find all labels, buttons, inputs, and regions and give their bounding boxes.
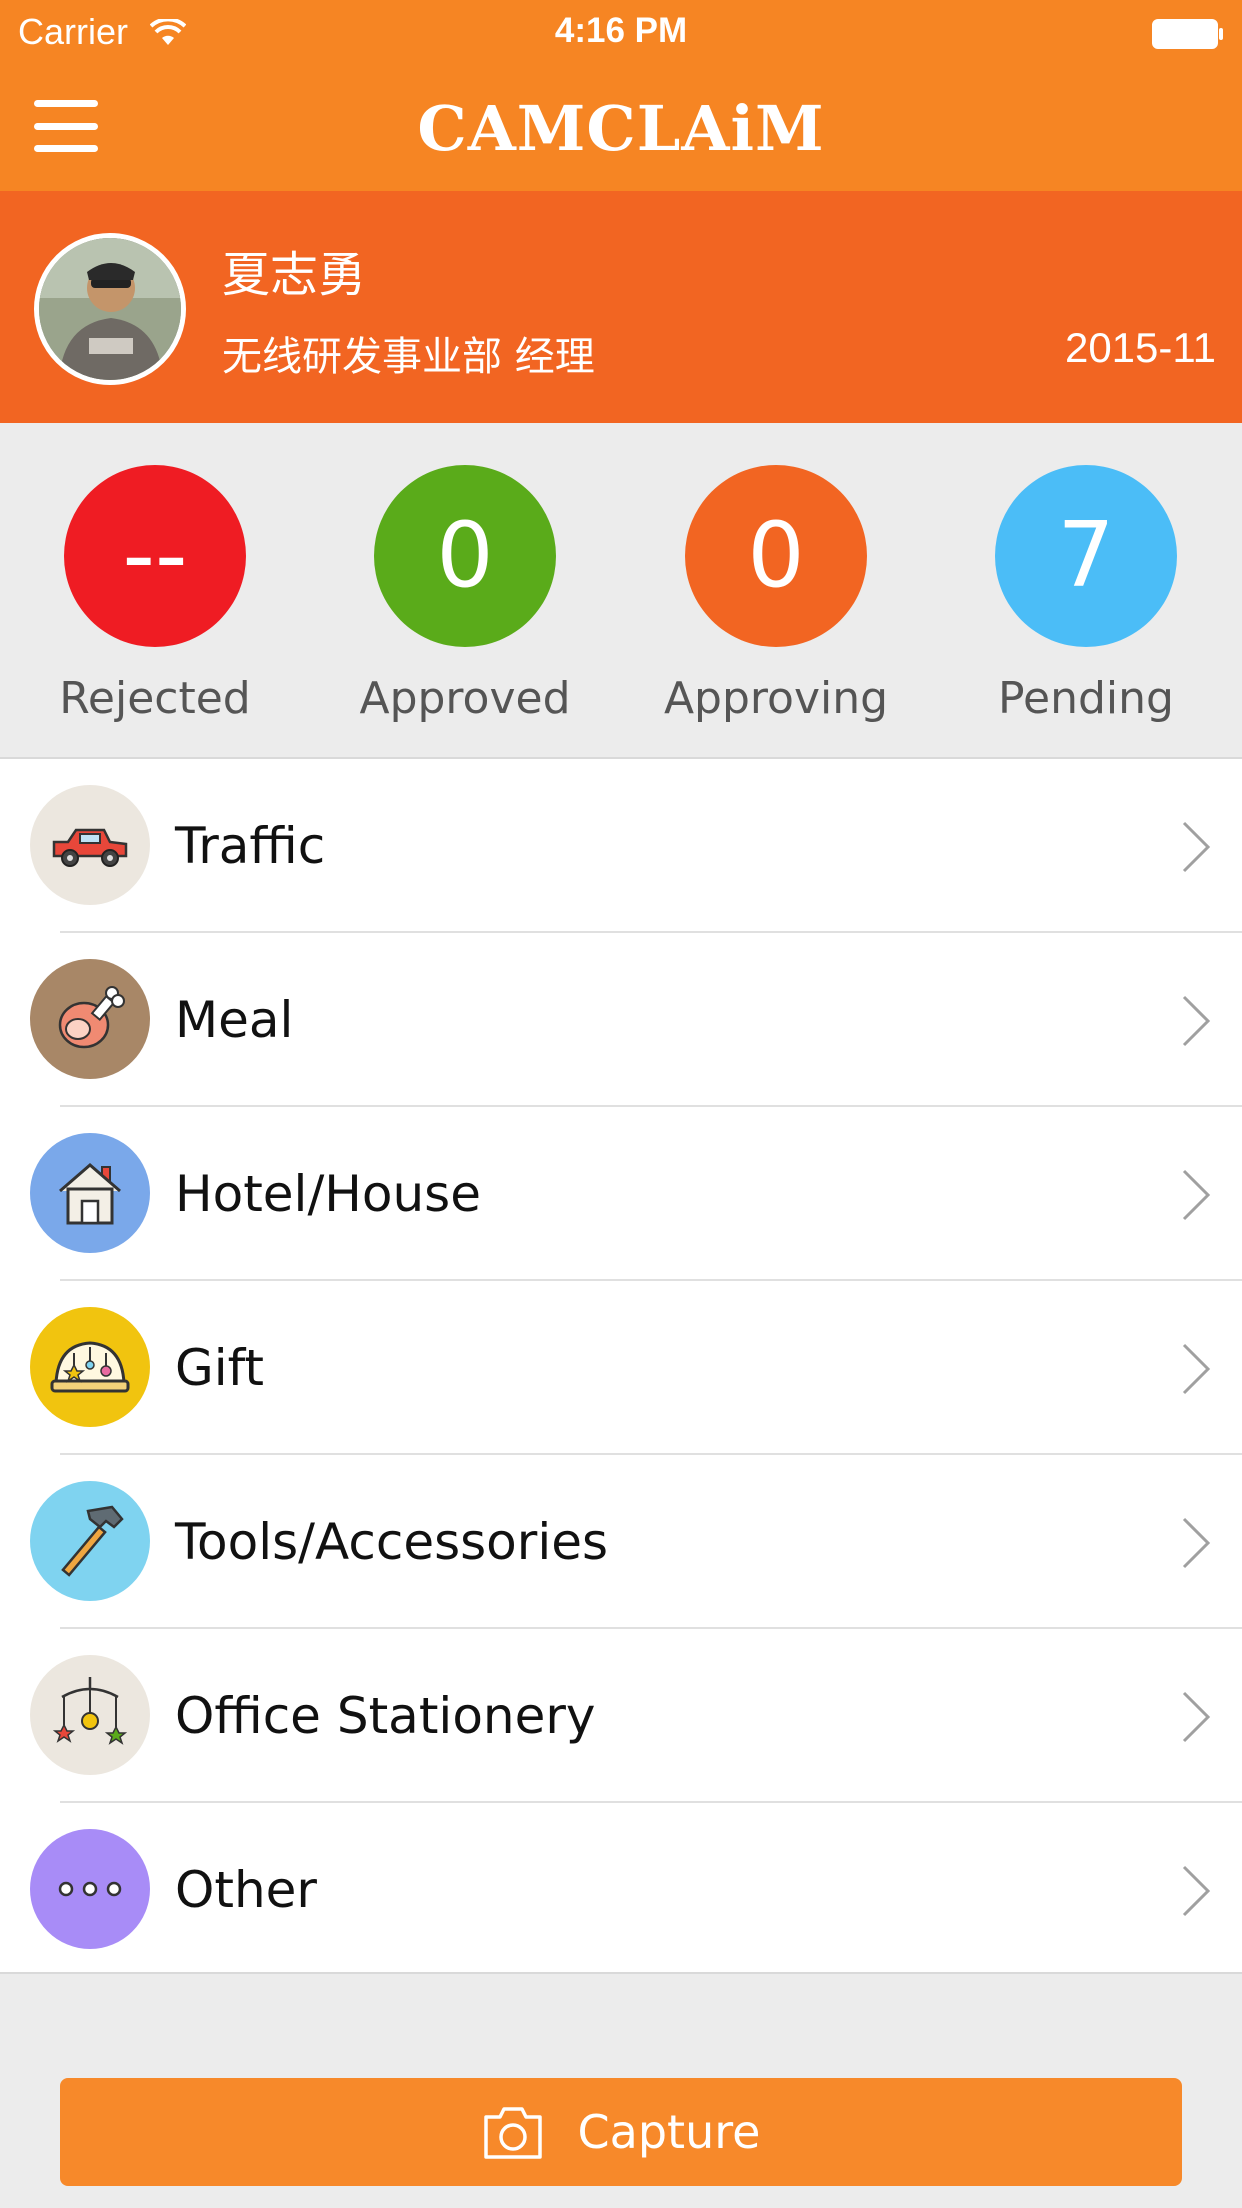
- stat-approved[interactable]: 0 Approved: [350, 465, 580, 724]
- profile-header[interactable]: 夏志勇 无线研发事业部 经理 2015-11: [0, 191, 1242, 423]
- hammer-icon: [30, 1481, 150, 1601]
- app-logo: CAMCLAiM: [417, 92, 825, 165]
- approved-count: 0: [374, 465, 556, 647]
- capture-label: Capture: [577, 2105, 761, 2159]
- chevron-right-icon: [1176, 991, 1216, 1051]
- claim-period[interactable]: 2015-11: [1065, 324, 1216, 372]
- category-row-office-stationery[interactable]: Office Stationery: [0, 1629, 1242, 1803]
- car-icon: [30, 785, 150, 905]
- pending-count: 7: [995, 465, 1177, 647]
- category-row-meal[interactable]: Meal: [0, 933, 1242, 1107]
- category-list: Traffic Meal Hotel/House Gift Tools/Acce…: [0, 757, 1242, 1974]
- ham-icon: [30, 959, 150, 1079]
- status-summary: -- Rejected 0 Approved 0 Approving 7 Pen…: [0, 423, 1242, 757]
- chevron-right-icon: [1176, 1861, 1216, 1921]
- chevron-right-icon: [1176, 1339, 1216, 1399]
- category-label: Traffic: [175, 817, 326, 875]
- gift-icon: [30, 1307, 150, 1427]
- rejected-label: Rejected: [59, 673, 251, 724]
- chevron-right-icon: [1176, 1687, 1216, 1747]
- category-label: Meal: [175, 991, 294, 1049]
- category-row-gift[interactable]: Gift: [0, 1281, 1242, 1455]
- chevron-right-icon: [1176, 817, 1216, 877]
- pending-label: Pending: [998, 673, 1174, 724]
- user-department: 无线研发事业部 经理: [222, 334, 595, 380]
- house-icon: [30, 1133, 150, 1253]
- approved-label: Approved: [359, 673, 571, 724]
- category-label: Gift: [175, 1339, 264, 1397]
- stat-rejected[interactable]: -- Rejected: [40, 465, 270, 724]
- status-bar: Carrier 4:16 PM: [0, 0, 1242, 62]
- category-label: Hotel/House: [175, 1165, 481, 1223]
- category-label: Tools/Accessories: [175, 1513, 609, 1571]
- stat-approving[interactable]: 0 Approving: [661, 465, 891, 724]
- approving-label: Approving: [663, 673, 889, 724]
- navigation-bar: Carrier 4:16 PM CAMCLAiM: [0, 0, 1242, 191]
- user-name: 夏志勇: [222, 247, 367, 303]
- category-row-hotel-house[interactable]: Hotel/House: [0, 1107, 1242, 1281]
- battery-icon: [1152, 16, 1224, 58]
- rejected-count: --: [64, 465, 246, 647]
- category-label: Office Stationery: [175, 1687, 596, 1745]
- stat-pending[interactable]: 7 Pending: [971, 465, 1201, 724]
- approving-count: 0: [685, 465, 867, 647]
- status-time: 4:16 PM: [554, 11, 688, 50]
- category-row-traffic[interactable]: Traffic: [0, 759, 1242, 933]
- avatar[interactable]: [34, 233, 186, 385]
- chevron-right-icon: [1176, 1513, 1216, 1573]
- app-screen: Carrier 4:16 PM CAMCLAiM 夏志勇 无线研发事业部 经理 …: [0, 0, 1242, 2208]
- category-label: Other: [175, 1861, 317, 1919]
- mobile-icon: [30, 1655, 150, 1775]
- more-icon: [30, 1829, 150, 1949]
- chevron-right-icon: [1176, 1165, 1216, 1225]
- capture-button[interactable]: Capture: [60, 2078, 1182, 2186]
- category-row-tools-accessories[interactable]: Tools/Accessories: [0, 1455, 1242, 1629]
- category-row-other[interactable]: Other: [0, 1803, 1242, 1977]
- camera-icon: [483, 2107, 542, 2159]
